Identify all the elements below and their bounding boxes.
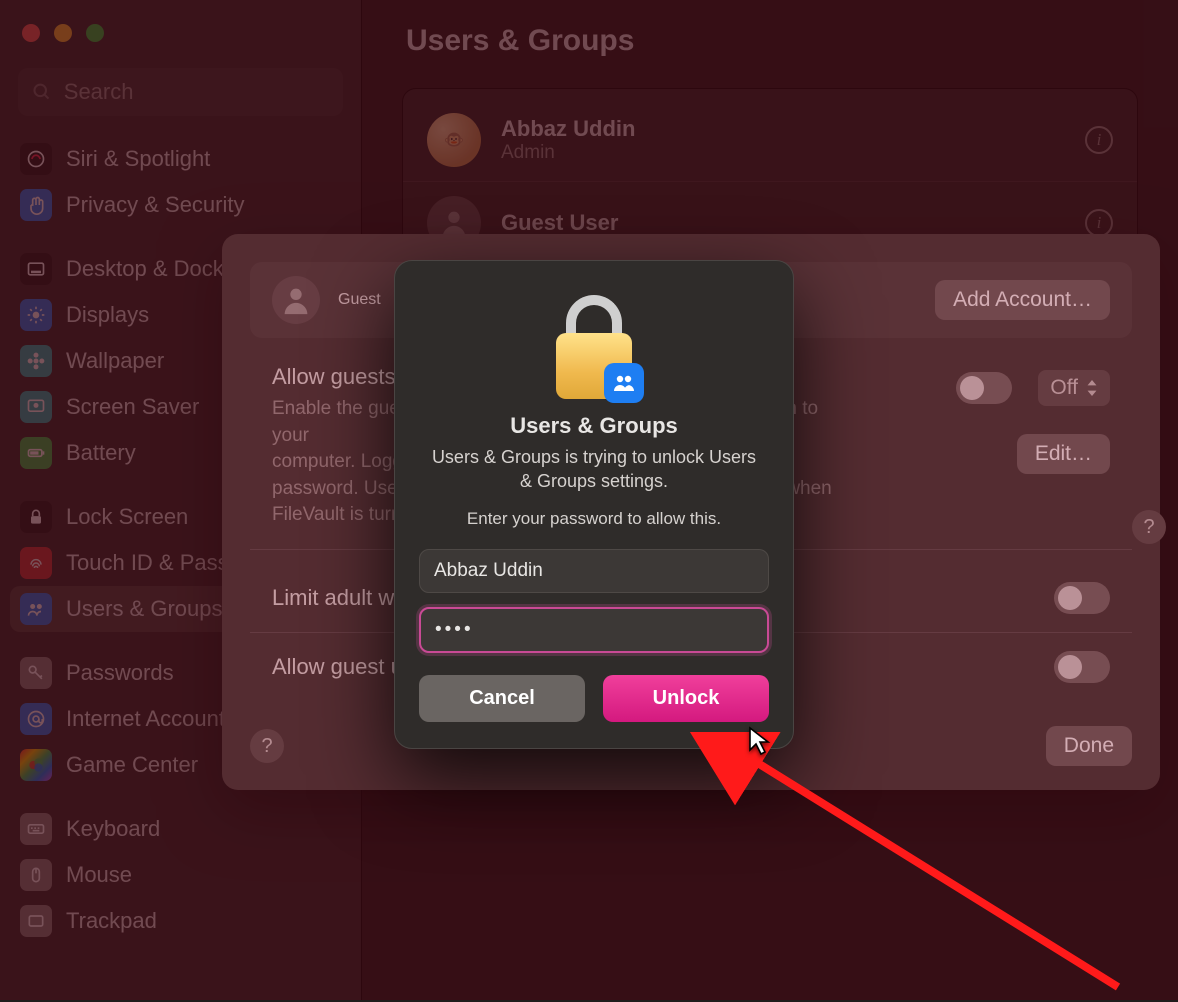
off-indicator[interactable]: Off (1038, 370, 1110, 406)
unlock-button[interactable]: Unlock (603, 675, 769, 722)
mouse-cursor-icon (748, 726, 774, 756)
auth-password-input[interactable] (419, 607, 769, 653)
limit-adult-toggle[interactable] (1054, 582, 1110, 614)
lock-users-icon (548, 291, 640, 401)
auth-prompt: Enter your password to allow this. (427, 508, 761, 531)
person-icon (279, 283, 313, 317)
auth-dialog: Users & Groups Users & Groups is trying … (394, 260, 794, 749)
auth-username-input[interactable] (419, 549, 769, 593)
chevron-up-down-icon (1086, 380, 1098, 396)
allow-connect-toggle[interactable] (1054, 651, 1110, 683)
cancel-button[interactable]: Cancel (419, 675, 585, 722)
done-button[interactable]: Done (1046, 726, 1132, 766)
add-account-button[interactable]: Add Account… (935, 280, 1110, 320)
auth-message: Users & Groups is trying to unlock Users… (427, 445, 761, 494)
guest-label: Guest (338, 291, 381, 309)
edit-button[interactable]: Edit… (1017, 434, 1110, 474)
avatar (272, 276, 320, 324)
help-button[interactable]: ? (1132, 510, 1166, 544)
allow-guests-toggle[interactable] (956, 372, 1012, 404)
auth-title: Users & Groups (419, 413, 769, 439)
users-icon (612, 371, 636, 395)
help-button[interactable]: ? (250, 729, 284, 763)
